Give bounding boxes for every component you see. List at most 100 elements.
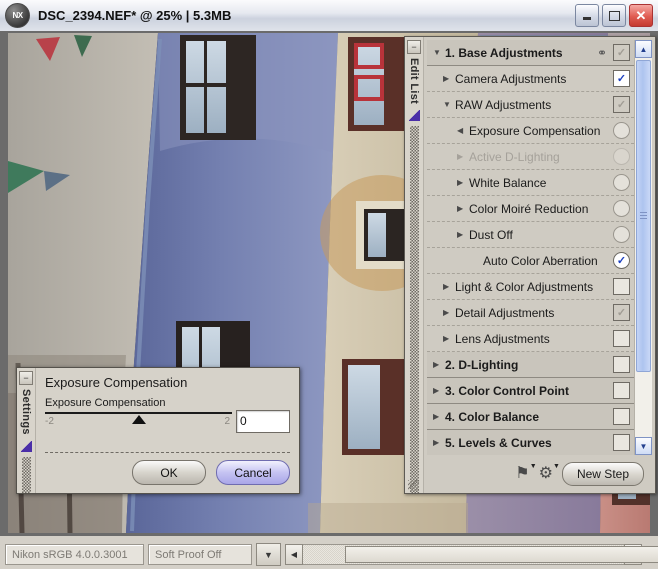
cancel-button[interactable]: Cancel xyxy=(216,460,290,485)
adjustment-row[interactable]: ▼ 1. Base Adjustments ⚭ ✓ xyxy=(427,40,634,66)
slider-min-label: -2 xyxy=(45,416,54,427)
dialog-drag-dots-icon[interactable] xyxy=(21,456,31,493)
scroll-thumb[interactable] xyxy=(636,60,651,372)
edit-list-scrollbar[interactable]: ▲ ▼ xyxy=(634,40,652,455)
dialog-divider xyxy=(45,452,290,453)
expand-triangle-right-icon[interactable]: ▶ xyxy=(457,178,469,187)
drag-dots-icon[interactable] xyxy=(409,126,419,493)
application-window: NX DSC_2394.NEF* @ 25% | 5.3MB ✕ − Edit … xyxy=(0,0,658,569)
adjustment-radio[interactable]: ✓ xyxy=(613,252,630,269)
title-bar: NX DSC_2394.NEF* @ 25% | 5.3MB ✕ xyxy=(0,0,658,32)
window-title: DSC_2394.NEF* @ 25% | 5.3MB xyxy=(38,8,232,23)
new-step-button[interactable]: New Step xyxy=(561,462,644,486)
adjustment-checkbox[interactable] xyxy=(613,382,630,399)
adjustment-rows: ▼ 1. Base Adjustments ⚭ ✓ ▶ Camera Adjustment… xyxy=(427,40,634,455)
adjustment-checkbox[interactable] xyxy=(613,278,630,295)
window-controls: ✕ xyxy=(575,4,653,27)
expand-triangle-right-icon[interactable]: ▶ xyxy=(433,412,445,421)
dialog-cursor-arrow-icon xyxy=(20,440,32,452)
dialog-collapse-button[interactable]: − xyxy=(19,371,33,385)
close-icon: ✕ xyxy=(635,8,647,23)
collapse-button[interactable]: − xyxy=(407,40,421,54)
edit-list-body: ▼ 1. Base Adjustments ⚭ ✓ ▶ Camera Adjustment… xyxy=(424,37,655,493)
flag-dropdown-caret[interactable]: ▼ xyxy=(530,463,537,470)
adjustment-radio[interactable] xyxy=(613,174,630,191)
adjustment-radio[interactable] xyxy=(613,148,630,165)
edit-list-panel: − Edit List ▼ 1. Base Adjustments ⚭ ✓ ▶ Camer… xyxy=(404,36,656,494)
adjustment-checkbox[interactable] xyxy=(613,434,630,451)
exposure-slider[interactable]: -2 2 xyxy=(45,410,232,434)
close-button[interactable]: ✕ xyxy=(629,4,653,27)
adjustment-row[interactable]: ▼ RAW Adjustments ✓ xyxy=(427,92,634,118)
expand-triangle-right-icon[interactable]: ▶ xyxy=(457,230,469,239)
expand-triangle-left-icon[interactable]: ◀ xyxy=(457,126,469,135)
adjustment-radio[interactable] xyxy=(613,122,630,139)
adjustment-checkbox[interactable]: ✓ xyxy=(613,304,630,321)
maximize-button[interactable] xyxy=(602,4,626,27)
expand-triangle-right-icon[interactable]: ▶ xyxy=(433,360,445,369)
expand-triangle-right-icon[interactable]: ▶ xyxy=(443,74,455,83)
gear-icon[interactable]: ⚙ ▼ xyxy=(539,463,560,482)
adjustment-row[interactable]: ▶ 3. Color Control Point xyxy=(427,378,634,404)
flag-icon[interactable]: ⚑ ▼ xyxy=(515,463,536,482)
scroll-down-button[interactable]: ▼ xyxy=(635,437,652,455)
adjustment-row[interactable]: ▶ Active D-Lighting xyxy=(427,144,634,170)
expand-triangle-right-icon[interactable]: ▶ xyxy=(443,308,455,317)
adjustment-row[interactable]: Auto Color Aberration ✓ xyxy=(427,248,634,274)
adjustment-label: Active D-Lighting xyxy=(469,149,560,164)
minimize-button[interactable] xyxy=(575,4,599,27)
adjustment-checkbox[interactable] xyxy=(613,330,630,347)
adjustment-row[interactable]: ▶ Dust Off xyxy=(427,222,634,248)
expand-triangle-right-icon[interactable]: ▶ xyxy=(433,438,445,447)
adjustment-checkbox[interactable] xyxy=(613,408,630,425)
soft-proof-dropdown-button[interactable]: ▼ xyxy=(256,543,281,566)
expand-triangle-right-icon[interactable]: ▶ xyxy=(443,334,455,343)
scroll-left-button[interactable]: ◀ xyxy=(285,544,303,565)
slider-max-label: 2 xyxy=(224,416,230,427)
ok-button[interactable]: OK xyxy=(132,460,206,485)
horizontal-scroll-thumb[interactable] xyxy=(345,546,658,563)
adjustment-row[interactable]: ▶ Detail Adjustments ✓ xyxy=(427,300,634,326)
adjustment-label: 5. Levels & Curves xyxy=(445,435,552,450)
expand-triangle-right-icon[interactable]: ▶ xyxy=(457,152,469,161)
scroll-grip-icon xyxy=(640,211,647,221)
edit-list-tree: ▼ 1. Base Adjustments ⚭ ✓ ▶ Camera Adjustment… xyxy=(427,40,652,455)
horizontal-scrollbar[interactable]: ◀ ▶ xyxy=(285,544,658,565)
dialog-title: Exposure Compensation xyxy=(45,375,188,390)
expand-triangle-right-icon[interactable]: ▶ xyxy=(457,204,469,213)
adjustment-checkbox[interactable]: ✓ xyxy=(613,96,630,113)
adjustment-row[interactable]: ▶ 5. Levels & Curves xyxy=(427,430,634,455)
adjustment-row[interactable]: ▶ Color Moiré Reduction xyxy=(427,196,634,222)
horizontal-scroll-trough[interactable] xyxy=(303,544,658,565)
adjustment-radio[interactable] xyxy=(613,200,630,217)
maximize-icon xyxy=(608,10,620,21)
scroll-up-button[interactable]: ▲ xyxy=(635,40,652,58)
expand-triangle-right-icon[interactable]: ▶ xyxy=(443,282,455,291)
adjustment-row[interactable]: ▶ 4. Color Balance xyxy=(427,404,634,430)
slider-track[interactable] xyxy=(45,412,232,414)
adjustment-row[interactable]: ▶ White Balance xyxy=(427,170,634,196)
gear-dropdown-caret[interactable]: ▼ xyxy=(553,463,560,470)
adjustment-row[interactable]: ▶ Light & Color Adjustments xyxy=(427,274,634,300)
settings-tab-label[interactable]: Settings xyxy=(20,389,32,435)
slider-handle[interactable] xyxy=(131,415,146,424)
slider-label: Exposure Compensation xyxy=(45,397,166,409)
adjustment-row[interactable]: ▶ 2. D-Lighting xyxy=(427,352,634,378)
exposure-value-input[interactable]: 0 xyxy=(236,410,290,433)
adjustment-label: Camera Adjustments xyxy=(455,71,567,86)
adjustment-label: 4. Color Balance xyxy=(445,409,540,424)
adjustment-radio[interactable] xyxy=(613,226,630,243)
resize-grip-icon[interactable] xyxy=(408,480,419,491)
adjustment-row[interactable]: ▶ Camera Adjustments ✓ xyxy=(427,66,634,92)
adjustment-checkbox[interactable]: ✓ xyxy=(613,44,630,61)
edit-list-tab-label[interactable]: Edit List xyxy=(408,58,420,104)
scroll-trough[interactable] xyxy=(635,58,652,437)
expand-triangle-down-icon[interactable]: ▼ xyxy=(433,48,445,57)
chain-link-icon[interactable]: ⚭ xyxy=(594,46,610,60)
adjustment-row[interactable]: ▶ Lens Adjustments xyxy=(427,326,634,352)
adjustment-checkbox[interactable]: ✓ xyxy=(613,70,630,87)
adjustment-checkbox[interactable] xyxy=(613,356,630,373)
expand-triangle-right-icon[interactable]: ▶ xyxy=(433,386,445,395)
expand-triangle-down-icon[interactable]: ▼ xyxy=(443,100,455,109)
adjustment-row[interactable]: ◀ Exposure Compensation xyxy=(427,118,634,144)
